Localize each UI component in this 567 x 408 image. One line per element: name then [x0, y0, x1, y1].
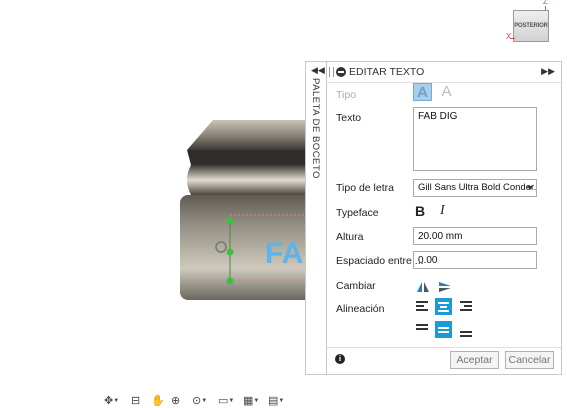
align-top-button[interactable]: [414, 321, 431, 338]
align-right-button[interactable]: [457, 298, 474, 315]
orbit-icon[interactable]: ✥▼: [104, 394, 119, 408]
panel-header[interactable]: EDITAR TEXTO ▶▶: [327, 62, 561, 83]
ok-button[interactable]: Aceptar: [450, 351, 499, 369]
flip-horizontal-icon[interactable]: [416, 281, 430, 293]
text-handle-bottom[interactable]: [226, 277, 234, 285]
text-type-button-2[interactable]: A: [437, 83, 456, 101]
height-label: Altura: [336, 231, 364, 243]
text-type-button-1[interactable]: A: [413, 83, 432, 101]
navigation-toolbar: ✥▼ ⊟ ✋ ⊕ ⊙▼ ▭▼ ▦▼ ▤▼: [104, 394, 294, 408]
text-handle-top[interactable]: [226, 217, 234, 225]
z-axis-label: Z: [543, 0, 548, 6]
typeface-label: Typeface: [336, 207, 379, 219]
collapse-panel-icon[interactable]: [336, 67, 346, 77]
tipo-label: Tipo: [336, 89, 357, 101]
cancel-button[interactable]: Cancelar: [505, 351, 554, 369]
bold-button[interactable]: B: [415, 203, 425, 219]
sketch-palette-tab[interactable]: ◀◀ PALETA DE BOCETO: [305, 61, 326, 375]
panel-title: EDITAR TEXTO: [349, 66, 425, 78]
display-mode-icon[interactable]: ▭▼: [218, 394, 234, 408]
view-cube-face[interactable]: POSTERIOR: [513, 10, 549, 42]
edit-text-panel: EDITAR TEXTO ▶▶ Tipo A A Texto FAB DIG T…: [326, 61, 562, 375]
info-icon[interactable]: i: [335, 354, 345, 364]
look-at-icon[interactable]: ⊟: [131, 394, 140, 408]
viewports-icon[interactable]: ▤▼: [268, 394, 284, 408]
italic-button[interactable]: I: [440, 203, 445, 219]
flip-vertical-icon[interactable]: [438, 281, 452, 293]
expand-panel-icon[interactable]: ▶▶: [541, 66, 555, 77]
sketch-palette-label: PALETA DE BOCETO: [310, 78, 321, 179]
align-left-button[interactable]: [414, 298, 431, 315]
align-middle-button[interactable]: [435, 321, 452, 338]
alignment-label: Alineación: [336, 303, 385, 315]
pan-icon[interactable]: ✋: [151, 394, 165, 408]
footer-divider: [327, 347, 561, 348]
grid-icon[interactable]: ▦▼: [243, 394, 259, 408]
text-handle-middle[interactable]: [226, 248, 234, 256]
font-select-value: Gill Sans Ultra Bold Conder...: [418, 182, 537, 193]
text-input[interactable]: FAB DIG: [413, 107, 537, 171]
height-input[interactable]: 20.00 mm: [413, 227, 537, 245]
collapse-palette-icon[interactable]: ◀◀: [311, 65, 325, 76]
flip-label: Cambiar: [336, 280, 376, 292]
font-label: Tipo de letra: [336, 182, 394, 194]
zoom-fit-icon[interactable]: ⊕: [171, 394, 180, 408]
view-cube[interactable]: Z POSTERIOR X: [506, 0, 562, 48]
align-bottom-button[interactable]: [457, 321, 474, 338]
align-center-button[interactable]: [435, 298, 452, 315]
chevron-down-icon: [527, 186, 533, 190]
font-select[interactable]: Gill Sans Ultra Bold Conder...: [413, 179, 537, 197]
x-axis-label: X: [506, 32, 512, 41]
zoom-icon[interactable]: ⊙▼: [192, 394, 207, 408]
spacing-input[interactable]: 0.00: [413, 251, 537, 269]
drag-grip-icon[interactable]: [329, 67, 334, 77]
texto-label: Texto: [336, 112, 362, 124]
spacing-label: Espaciado entre ...: [336, 255, 424, 267]
